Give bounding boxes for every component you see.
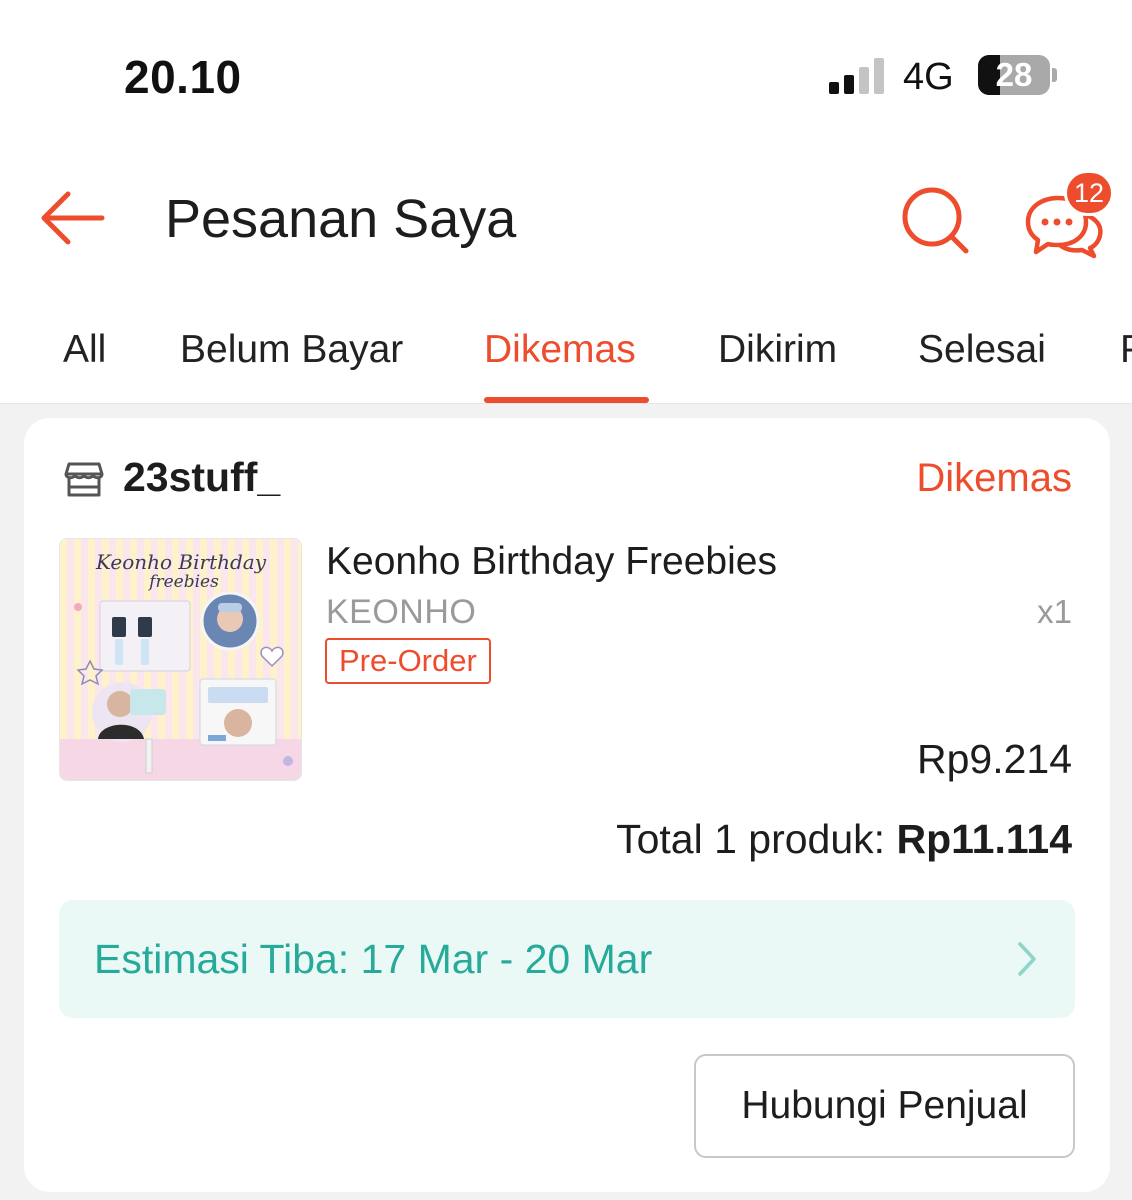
order-total: Total 1 produk: Rp11.114 [616,816,1072,863]
product-price: Rp9.214 [916,736,1072,782]
thumb-title-1: Keonho Birthday [95,550,267,574]
battery-icon: 28 [978,55,1050,95]
thumb-title-2: freebies [147,572,219,592]
contact-seller-button[interactable]: Hubungi Penjual [694,1054,1075,1158]
order-status: Dikemas [916,456,1072,500]
tab-pengembalian[interactable]: Pengembalian [1120,328,1132,372]
tab-all[interactable]: All [63,328,106,372]
store-icon [64,462,104,497]
product-quantity: x1 [1037,593,1072,630]
estimated-arrival-row[interactable]: Estimasi Tiba: 17 Mar - 20 Mar [59,900,1075,1018]
order-tabs: All Belum Bayar Dikemas Dikirim Selesai … [0,290,1132,404]
product-image: Keonho Birthday freebies [60,539,301,780]
battery-level: 28 [995,56,1033,93]
tab-selesai[interactable]: Selesai [918,328,1046,372]
page-title: Pesanan Saya [165,189,517,249]
tab-dikemas[interactable]: Dikemas [484,328,636,372]
status-time: 20.10 [124,51,242,103]
signal-icon [829,58,884,94]
order-card[interactable]: 23stuff_ Dikemas Keonho Birthday freebie… [24,418,1110,1192]
preorder-badge: Pre-Order [325,638,491,684]
chat-unread-badge: 12 [1064,170,1114,216]
status-bar: 20.10 4G 28 [0,0,1132,150]
tab-dikirim[interactable]: Dikirim [718,328,837,372]
back-arrow-icon[interactable] [36,188,108,248]
network-type: 4G [903,56,954,98]
app-header: Pesanan Saya [0,150,1132,290]
order-total-amount: Rp11.114 [896,816,1072,862]
search-icon[interactable] [900,185,972,257]
product-name[interactable]: Keonho Birthday Freebies [326,540,777,584]
battery-tip [1052,68,1057,82]
active-tab-indicator [484,397,649,403]
order-total-label: Total 1 produk: [616,816,886,862]
store-name[interactable]: 23stuff_ [123,454,280,501]
tab-belum-bayar[interactable]: Belum Bayar [180,328,403,372]
product-variation: KEONHO [326,593,477,631]
chevron-right-icon [1018,942,1036,976]
product-thumbnail[interactable]: Keonho Birthday freebies [59,538,302,781]
estimated-arrival-text: Estimasi Tiba: 17 Mar - 20 Mar [94,936,653,982]
